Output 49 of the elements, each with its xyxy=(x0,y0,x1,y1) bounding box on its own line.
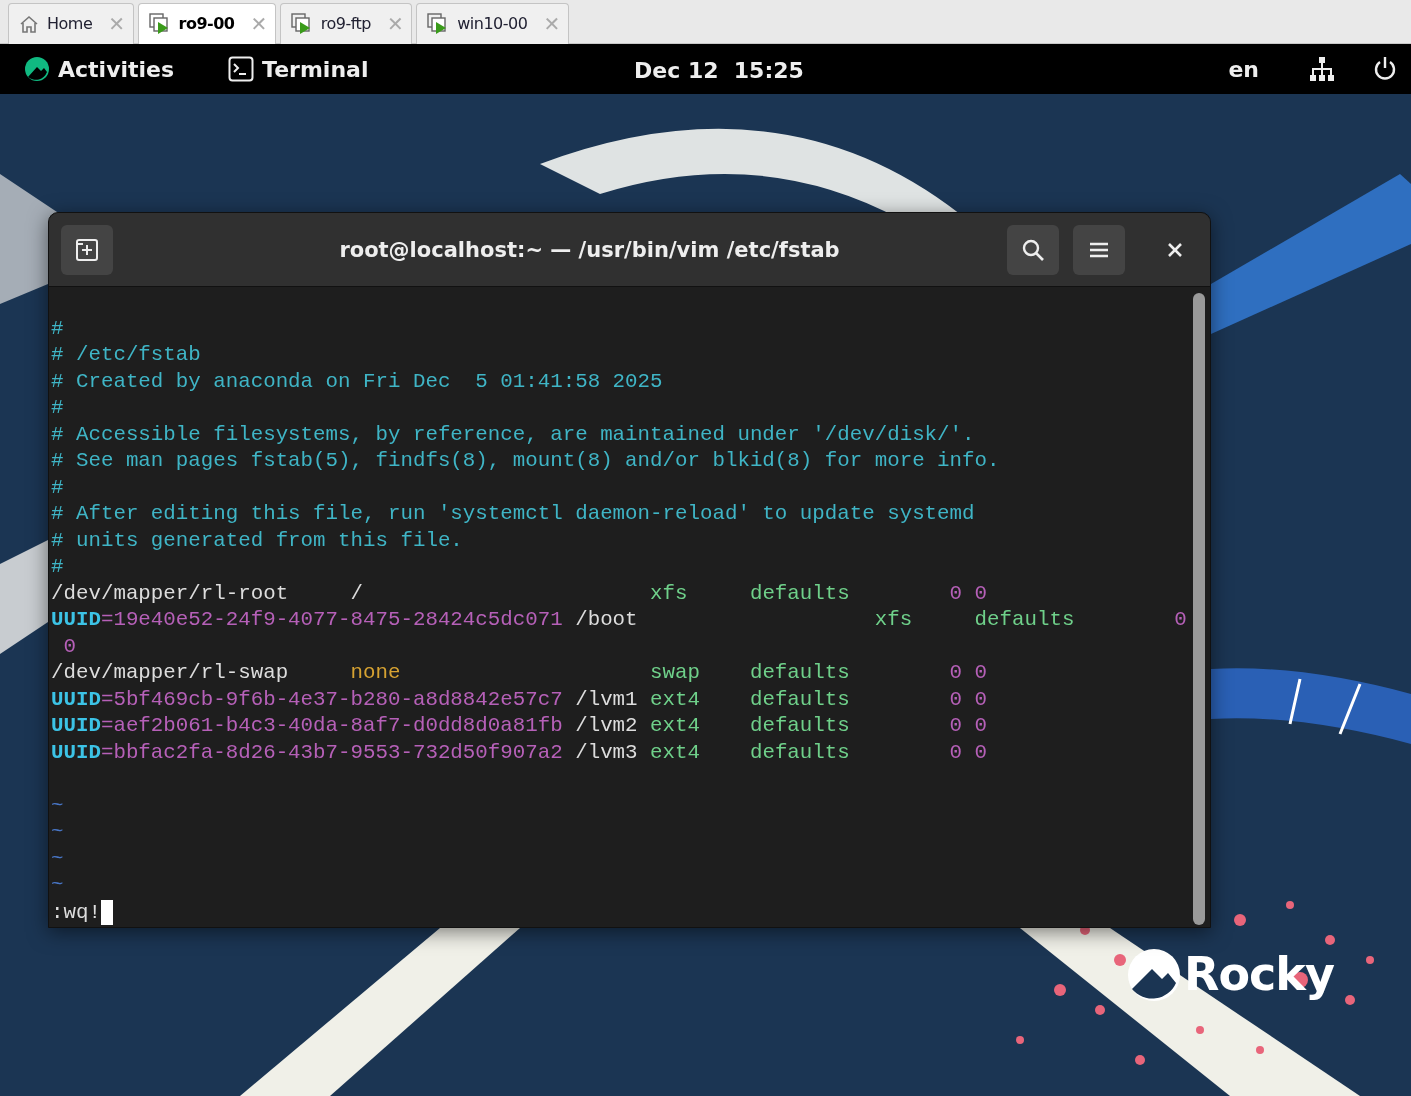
clock[interactable]: Dec 12 15:25 xyxy=(634,54,804,87)
vm-icon xyxy=(148,13,171,35)
vm-tab[interactable]: ro9-ftp ✕ xyxy=(279,3,413,44)
terminal-icon xyxy=(228,56,255,82)
app-menu[interactable]: Terminal xyxy=(228,52,369,86)
code-line: # xyxy=(51,474,64,501)
code-line: UUID=bbfac2fa-8d26-43b7-9553-732d50f907a2 /lvm3 ext4 defaults 0 0 xyxy=(51,739,988,766)
search-button[interactable] xyxy=(1007,225,1059,275)
activities-button[interactable]: Activities xyxy=(24,52,175,86)
vm-tab[interactable]: Home ✕ xyxy=(8,3,134,44)
vm-tab[interactable]: ro9-00 ✕ xyxy=(137,3,276,44)
search-icon xyxy=(1021,238,1045,262)
scrollbar[interactable] xyxy=(1193,293,1205,925)
code-line: # After editing this file, run 'systemctl daemon-reload' to update systemd xyxy=(51,501,975,527)
empty-line-marker: ~ xyxy=(51,792,64,819)
power-icon[interactable] xyxy=(1373,56,1397,82)
rocky-logo-icon xyxy=(24,56,50,82)
new-tab-icon xyxy=(75,238,99,262)
code-line: # xyxy=(51,315,64,342)
code-line: # units generated from this file. xyxy=(51,527,463,554)
window-title: root@localhost:~ — /usr/bin/vim /etc/fstab xyxy=(338,237,841,264)
code-line: /dev/mapper/rl-swap none swap defaults 0 0 xyxy=(51,660,988,686)
vm-tab[interactable]: win10-00 ✕ xyxy=(416,3,569,44)
menu-button[interactable] xyxy=(1073,225,1125,275)
empty-line-marker: ~ xyxy=(51,845,64,872)
network-icon[interactable] xyxy=(1309,56,1335,82)
code-line: UUID=19e40e52-24f9-4077-8475-28424c5dc071 /boot xfs defaults 0 xyxy=(51,607,1187,633)
rocky-logo-icon xyxy=(1126,946,1182,1003)
code-line: /dev/mapper/rl-root / xfs defaults 0 0 xyxy=(51,580,988,607)
code-line: # Created by anaconda on Fri Dec 5 01:41:58 2025 xyxy=(51,368,663,395)
code-line: UUID=aef2b061-b4c3-40da-8af7-d0dd8d0a81fb /lvm2 ext4 defaults 0 0 xyxy=(51,713,988,739)
code-line: UUID=5bf469cb-9f6b-4e37-b280-a8d8842e57c7 /lvm1 ext4 defaults 0 0 xyxy=(51,686,988,713)
empty-line-marker: ~ xyxy=(51,872,64,898)
vm-icon xyxy=(290,13,313,35)
language-indicator[interactable]: en xyxy=(1228,52,1259,86)
new-tab-button[interactable] xyxy=(61,225,113,275)
command-line[interactable]: :wq! xyxy=(51,899,101,926)
empty-line-marker: ~ xyxy=(51,819,64,845)
code-line: # xyxy=(51,554,64,580)
close-icon xyxy=(1167,242,1183,258)
menu-icon xyxy=(1089,241,1109,259)
text-cursor xyxy=(100,899,113,925)
code-line: # xyxy=(51,395,64,421)
logo-text: Rocky xyxy=(1184,946,1334,1003)
code-line: 0 xyxy=(62,633,76,660)
code-line: # /etc/fstab xyxy=(51,342,201,368)
code-line: # See man pages fstab(5), findfs(8), mount(8) and/or blkid(8) for more info. xyxy=(51,448,1000,474)
code-line: # Accessible filesystems, by reference, are maintained under '/dev/disk/'. xyxy=(51,421,975,448)
home-icon xyxy=(19,14,39,34)
